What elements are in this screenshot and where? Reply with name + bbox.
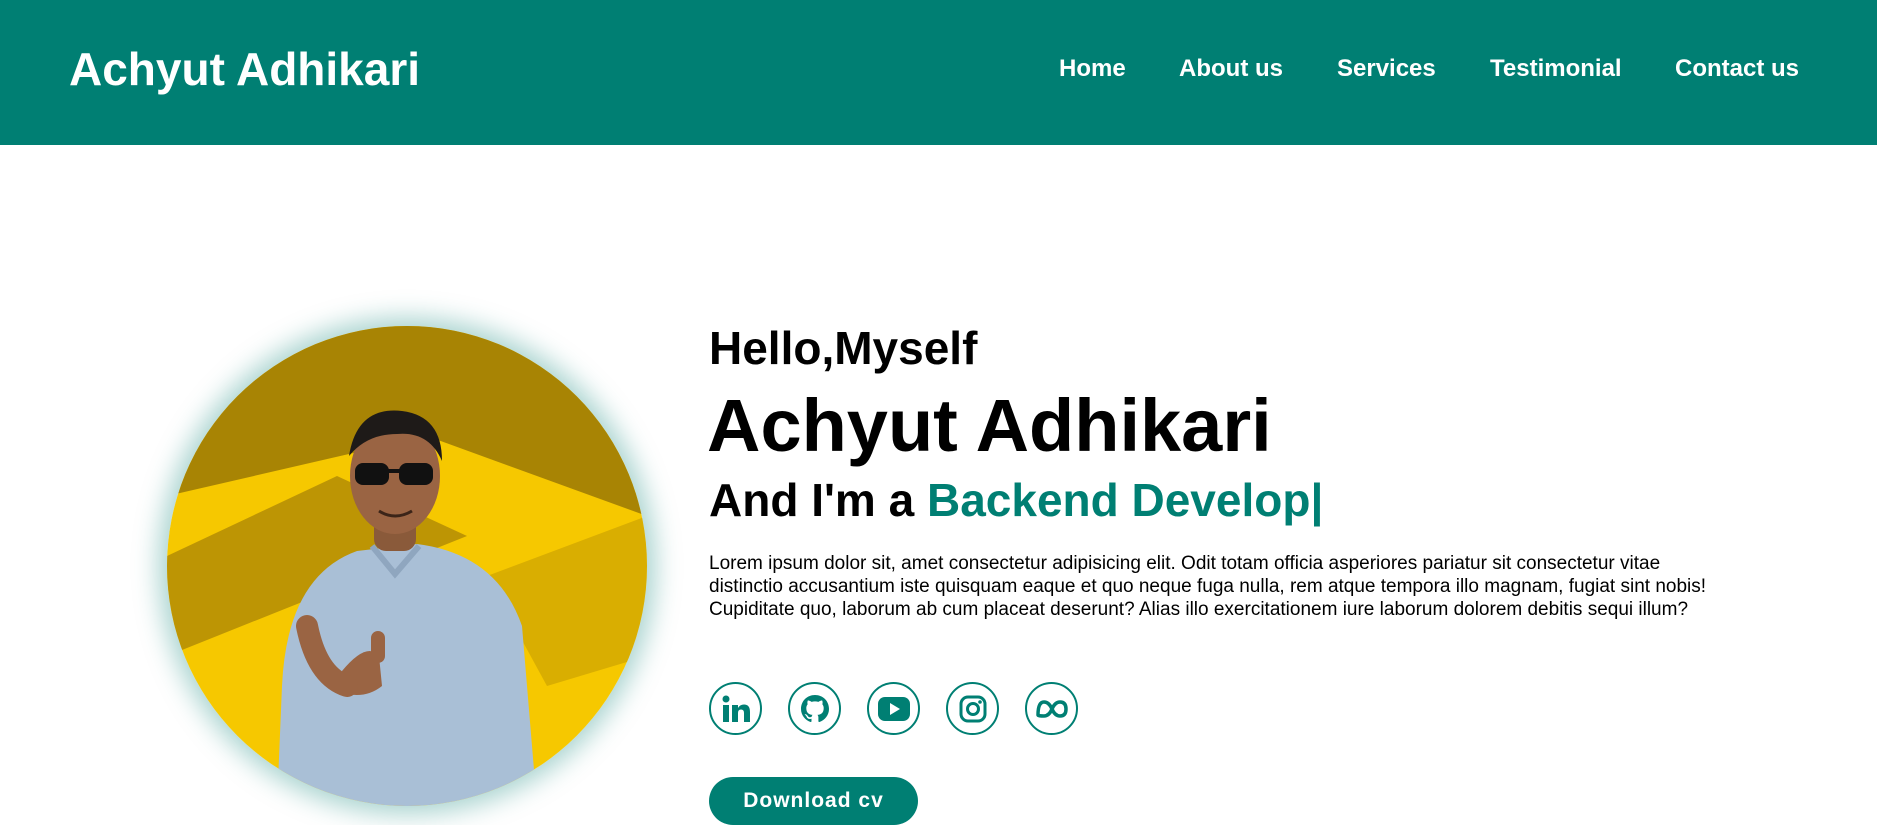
youtube-icon	[877, 696, 910, 721]
nav-contact-us[interactable]: Contact us	[1675, 54, 1799, 84]
profile-photo	[167, 326, 647, 806]
nav-testimonial[interactable]: Testimonial	[1490, 54, 1622, 84]
meta-icon	[1035, 699, 1068, 718]
meta-link[interactable]	[1025, 682, 1078, 735]
instagram-icon	[959, 695, 986, 722]
download-cv-button[interactable]: Download cv	[709, 777, 918, 825]
site-header: Achyut Adhikari Home About us Services T…	[0, 0, 1877, 145]
hero-role-prefix: And I'm a	[709, 474, 927, 526]
youtube-link[interactable]	[867, 682, 920, 735]
hero-name: Achyut Adhikari	[707, 384, 1272, 467]
linkedin-icon	[722, 695, 750, 722]
hero-bio: Lorem ipsum dolor sit, amet consectetur …	[709, 553, 1707, 620]
nav-about-us[interactable]: About us	[1179, 54, 1283, 84]
hero-role-typed: Backend Develop|	[926, 474, 1324, 526]
instagram-link[interactable]	[946, 682, 999, 735]
linkedin-link[interactable]	[709, 682, 762, 735]
main-nav: Home About us Services Testimonial Conta…	[0, 54, 1877, 84]
github-link[interactable]	[788, 682, 841, 735]
hero-greeting: Hello,Myself	[709, 322, 978, 374]
nav-home[interactable]: Home	[1059, 54, 1126, 84]
github-icon	[800, 694, 829, 722]
hero-role: And I'm a Backend Develop|	[709, 472, 1323, 528]
nav-services[interactable]: Services	[1337, 54, 1436, 84]
profile-photo-illustration	[167, 326, 647, 806]
